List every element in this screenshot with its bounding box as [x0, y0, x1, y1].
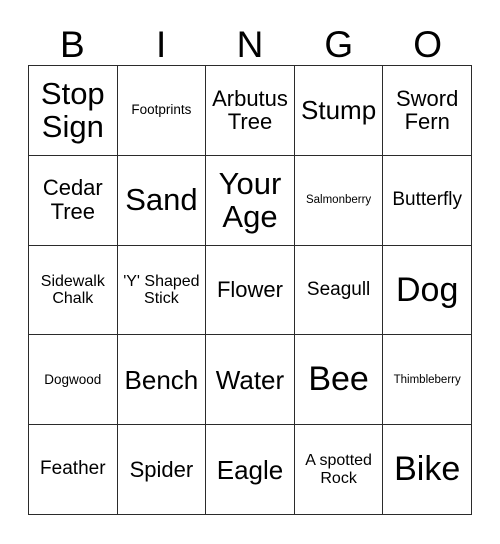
- bingo-cell-label: Seagull: [306, 278, 371, 300]
- bingo-grid: Stop Sign Footprints Arbutus Tree Stump Swor…: [28, 65, 472, 515]
- bingo-cell-label: Your Age: [218, 165, 282, 235]
- bingo-cell-label: Bee: [308, 360, 369, 399]
- bingo-cell-label: Stump: [301, 95, 377, 126]
- bingo-cell-r5c3[interactable]: Eagle: [206, 425, 295, 515]
- bingo-cell-r1c3[interactable]: Arbutus Tree: [206, 66, 295, 156]
- bingo-header-letter-b: B: [60, 23, 85, 65]
- bingo-header-letter-g: G: [324, 23, 354, 65]
- bingo-cell-r5c5[interactable]: Bike: [383, 425, 472, 515]
- bingo-cell-r1c1[interactable]: Stop Sign: [29, 66, 118, 156]
- bingo-cell-r2c5[interactable]: Butterfly: [383, 155, 472, 246]
- bingo-cell-r4c1[interactable]: Dogwood: [29, 335, 118, 426]
- bingo-cell-r2c2[interactable]: Sand: [117, 155, 207, 246]
- bingo-cell-r4c5[interactable]: Thimbleberry: [383, 335, 472, 426]
- bingo-cell-label: Water: [215, 364, 285, 395]
- bingo-cell-r3c5[interactable]: Dog: [383, 245, 472, 336]
- bingo-cell-r2c1[interactable]: Cedar Tree: [29, 155, 118, 246]
- bingo-cell-r2c4[interactable]: Salmonberry: [294, 155, 384, 246]
- bingo-cell-label: Butterfly: [392, 188, 463, 210]
- bingo-cell-r4c2[interactable]: Bench: [117, 335, 207, 426]
- bingo-cell-label: Bench: [124, 364, 199, 395]
- bingo-header-letter-i: I: [156, 23, 167, 65]
- bingo-cell-label: Sand: [125, 182, 198, 218]
- bingo-cell-r1c5[interactable]: Sword Fern: [383, 66, 472, 156]
- bingo-cell-label: Salmonberry: [305, 193, 372, 206]
- bingo-cell-label: Flower: [216, 277, 283, 303]
- bingo-cell-label: Arbutus Tree: [212, 85, 288, 135]
- bingo-cell-r3c3[interactable]: Flower: [206, 245, 295, 336]
- bingo-cell-label: 'Y' Shaped Stick: [123, 272, 200, 307]
- bingo-header: BINGO: [28, 22, 472, 66]
- bingo-cell-r1c4[interactable]: Stump: [294, 66, 384, 156]
- bingo-cell-r3c4[interactable]: Seagull: [294, 245, 384, 336]
- bingo-cell-label: Footprints: [131, 102, 192, 118]
- bingo-cell-r3c1[interactable]: Sidewalk Chalk: [29, 245, 118, 336]
- bingo-cell-label: Sidewalk Chalk: [40, 272, 105, 307]
- bingo-cell-label: Bike: [394, 450, 461, 489]
- bingo-cell-label: Thimbleberry: [393, 373, 461, 386]
- bingo-cell-r4c4[interactable]: Bee: [294, 335, 384, 426]
- bingo-cell-r2c3[interactable]: Your Age: [206, 155, 295, 246]
- bingo-cell-label: Stop Sign: [40, 75, 105, 145]
- bingo-cell-r5c2[interactable]: Spider: [117, 425, 207, 515]
- bingo-header-letter-n: N: [236, 23, 264, 65]
- bingo-header-letter-o: O: [413, 23, 442, 65]
- bingo-cell-label: Eagle: [216, 454, 284, 485]
- bingo-cell-label: Feather: [40, 458, 106, 480]
- bingo-cell-label: Cedar Tree: [42, 175, 103, 225]
- bingo-cell-label: Dogwood: [44, 371, 102, 387]
- bingo-cell-label: Spider: [129, 456, 194, 482]
- bingo-cell-label: Sword Fern: [396, 85, 459, 135]
- bingo-cell-r5c1[interactable]: Feather: [29, 425, 118, 515]
- bingo-cell-label: A spotted Rock: [305, 452, 372, 487]
- bingo-card: B I N G O Stop Sign Footprints Arbutus Tree Stu…: [0, 0, 500, 544]
- bingo-cell-r1c2[interactable]: Footprints: [117, 66, 207, 156]
- bingo-cell-r3c2[interactable]: 'Y' Shaped Stick: [117, 245, 207, 336]
- bingo-cell-r5c4[interactable]: A spotted Rock: [294, 425, 384, 515]
- bingo-cell-r4c3[interactable]: Water: [206, 335, 295, 426]
- bingo-cell-label: Dog: [396, 270, 459, 309]
